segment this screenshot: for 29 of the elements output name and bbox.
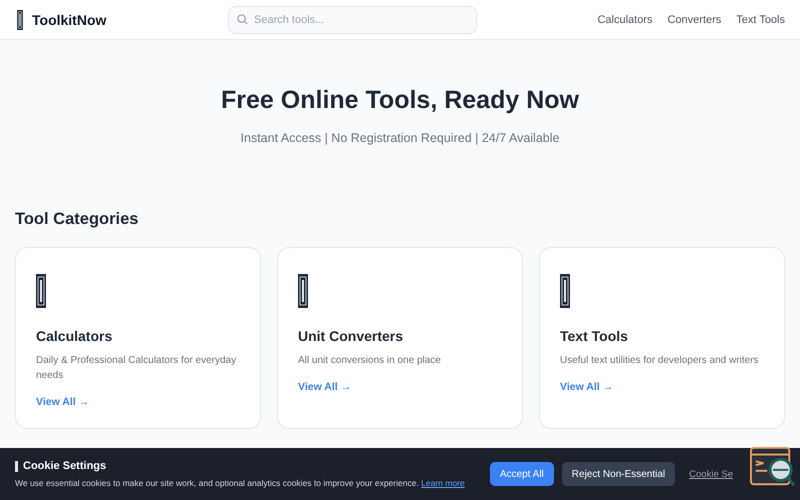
cookie-title: Cookie Settings bbox=[23, 460, 106, 472]
card-description: All unit conversions in one place bbox=[298, 354, 441, 368]
missing-glyph-icon bbox=[15, 460, 18, 472]
card-title: Calculators bbox=[36, 328, 112, 344]
card-description: Daily & Professional Calculators for everyday needs bbox=[36, 354, 238, 383]
search-field[interactable]: Search tools... bbox=[228, 6, 477, 34]
missing-glyph-icon bbox=[560, 274, 570, 308]
cookie-settings-link[interactable]: Cookie Se bbox=[689, 468, 733, 480]
card-description: Useful text utilities for developers and writers bbox=[560, 354, 758, 368]
nav-link[interactable]: Text Tools bbox=[736, 14, 785, 26]
reject-button[interactable]: Reject Non-Essential bbox=[562, 462, 676, 486]
missing-glyph-icon bbox=[17, 10, 23, 30]
missing-glyph-icon bbox=[298, 274, 308, 308]
browser-search-icon[interactable] bbox=[750, 446, 796, 488]
card-title: Text Tools bbox=[560, 328, 628, 344]
accept-button[interactable]: Accept All bbox=[490, 462, 554, 486]
nav-link[interactable]: Converters bbox=[667, 14, 722, 26]
card-title: Unit Converters bbox=[298, 328, 404, 344]
view-all-link[interactable]: View All → bbox=[560, 381, 614, 393]
view-all-link[interactable]: View All → bbox=[36, 396, 90, 408]
brand-name[interactable]: ToolkitNow bbox=[32, 12, 106, 28]
hero-title: Free Online Tools, Ready Now bbox=[220, 86, 580, 115]
view-all-link[interactable]: View All → bbox=[298, 381, 352, 393]
learn-more-link[interactable]: Learn more bbox=[421, 478, 465, 488]
nav-link[interactable]: Calculators bbox=[597, 14, 652, 26]
section-heading: Tool Categories bbox=[15, 210, 140, 229]
cookie-message: We use essential cookies to make our site work, and optional analytics cookies to improve your experience. Learn more bbox=[15, 478, 466, 488]
hero-subtitle: Instant Access | No Registration Required | 24/7 Available bbox=[240, 131, 560, 145]
missing-glyph-icon bbox=[36, 274, 46, 308]
